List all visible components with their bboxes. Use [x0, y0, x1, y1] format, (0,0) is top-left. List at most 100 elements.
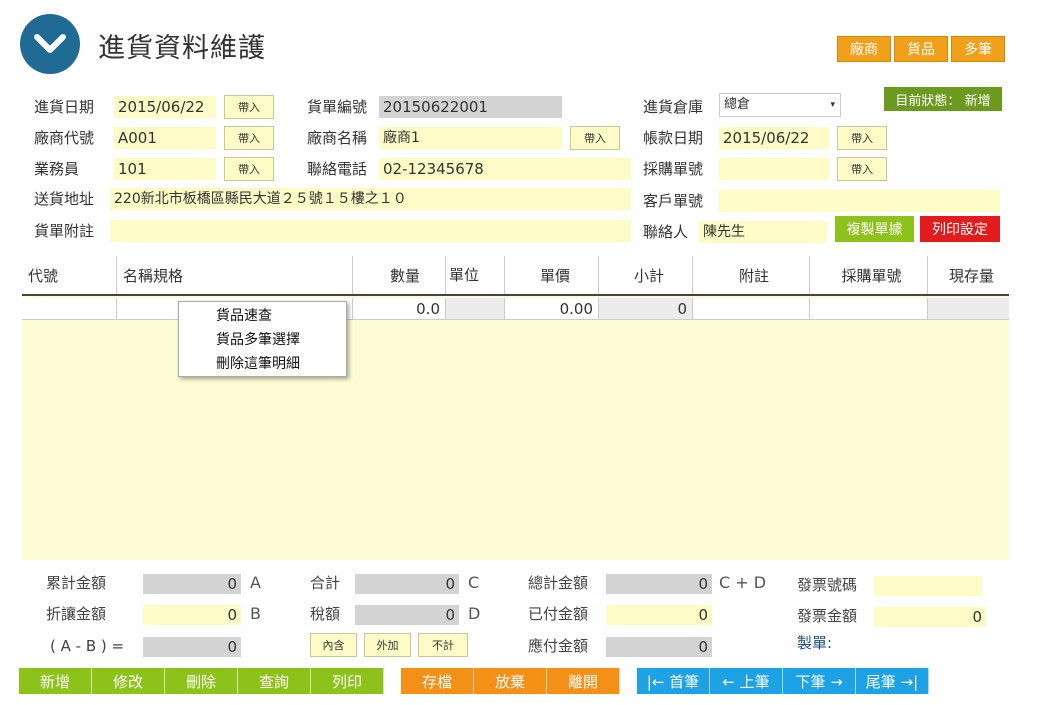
total-label: 合計	[310, 574, 341, 592]
exit-button[interactable]: 離開	[547, 668, 620, 694]
grand-total-field: 0	[606, 574, 712, 594]
cumulative-label: 累計金額	[46, 574, 107, 592]
total-field: 0	[355, 574, 459, 594]
print-button[interactable]: 列印	[311, 668, 384, 694]
import-po-no-button[interactable]: 帶入	[837, 157, 887, 181]
phone-field[interactable]: 02-12345678	[379, 158, 631, 180]
import-purchase-date-button[interactable]: 帶入	[224, 95, 274, 119]
discard-button[interactable]: 放棄	[474, 668, 547, 694]
print-settings-button[interactable]: 列印設定	[920, 216, 1000, 242]
vendor-name-label: 廠商名稱	[307, 129, 368, 147]
tag-d: D	[468, 604, 481, 623]
tag-c: C	[468, 573, 480, 592]
cell-po-no[interactable]	[810, 298, 928, 320]
cell-price[interactable]: 0.00	[505, 298, 599, 320]
vendor-code-field[interactable]: A001	[114, 127, 216, 149]
first-record-button[interactable]: |← 首筆	[637, 668, 710, 694]
note-label: 貨單附註	[34, 222, 95, 240]
salesperson-field[interactable]: 101	[114, 158, 216, 180]
vendor-name-field[interactable]: 廠商1	[379, 127, 562, 149]
query-button[interactable]: 查詢	[238, 668, 311, 694]
order-no-label: 貨單編號	[307, 98, 368, 116]
col-code[interactable]: 代號	[22, 256, 117, 294]
edit-button[interactable]: 修改	[92, 668, 165, 694]
menu-item-delete-detail[interactable]: 刪除這筆明細	[179, 352, 346, 376]
tax-field: 0	[355, 605, 459, 625]
note-field[interactable]	[110, 220, 631, 242]
menu-item-goods-lookup[interactable]: 貨品速查	[179, 304, 346, 328]
po-no-label: 採購單號	[643, 160, 704, 178]
tax-excluded-button[interactable]: 外加	[364, 633, 411, 657]
col-note[interactable]: 附註	[693, 256, 810, 294]
status-badge: 目前狀態： 新增	[884, 87, 1002, 111]
contact-label: 聯絡人	[643, 223, 689, 241]
cell-note[interactable]	[693, 298, 810, 320]
purchase-date-field[interactable]: 2015/06/22	[114, 96, 216, 118]
collapse-chevron-icon[interactable]	[20, 14, 80, 74]
col-po-no[interactable]: 採購單號	[810, 256, 928, 294]
prev-record-button[interactable]: ← 上筆	[710, 668, 783, 694]
maker-label: 製單:	[797, 634, 833, 652]
page-title: 進貨資料維護	[98, 33, 266, 64]
status-value: 新增	[964, 93, 991, 109]
status-label: 目前狀態：	[895, 93, 961, 109]
import-vendor-code-button[interactable]: 帶入	[224, 126, 274, 150]
menu-item-goods-multi-select[interactable]: 貨品多筆選擇	[179, 328, 346, 352]
copy-document-button[interactable]: 複製單據	[835, 216, 914, 242]
vendor-code-label: 廠商代號	[34, 129, 95, 147]
payable-label: 應付金額	[528, 637, 589, 655]
invoice-amount-label: 發票金額	[797, 607, 858, 625]
cell-qty[interactable]: 0.0	[353, 298, 446, 320]
cell-unit	[446, 298, 505, 320]
account-date-label: 帳款日期	[643, 129, 704, 147]
import-account-date-button[interactable]: 帶入	[837, 126, 887, 150]
invoice-amount-field[interactable]: 0	[874, 607, 986, 627]
paid-label: 已付金額	[528, 605, 589, 623]
cell-stock	[928, 298, 1009, 320]
vendor-button[interactable]: 廠商	[837, 36, 891, 62]
cell-code[interactable]	[22, 298, 117, 320]
discount-field[interactable]: 0	[143, 605, 241, 625]
col-name-spec[interactable]: 名稱規格	[117, 256, 353, 294]
col-price[interactable]: 單價	[505, 256, 599, 294]
delete-button[interactable]: 刪除	[165, 668, 238, 694]
invoice-no-label: 發票號碼	[797, 576, 858, 594]
tax-label: 稅額	[310, 605, 341, 623]
import-vendor-name-button[interactable]: 帶入	[570, 126, 620, 150]
save-button[interactable]: 存檔	[401, 668, 474, 694]
address-label: 送貨地址	[34, 190, 95, 208]
address-field[interactable]: 220新北市板橋區縣民大道２５號１５樓之１０	[110, 188, 631, 210]
tag-b: B	[250, 604, 261, 623]
goods-button[interactable]: 貨品	[894, 36, 948, 62]
warehouse-value: 總倉	[724, 97, 751, 112]
import-salesperson-button[interactable]: 帶入	[224, 157, 274, 181]
new-button[interactable]: 新增	[19, 668, 92, 694]
customer-no-field[interactable]	[719, 190, 1000, 212]
tag-a: A	[250, 573, 261, 592]
account-date-field[interactable]: 2015/06/22	[719, 127, 829, 149]
salesperson-label: 業務員	[34, 160, 80, 178]
multi-button[interactable]: 多筆	[951, 36, 1005, 62]
purchase-date-label: 進貨日期	[34, 98, 95, 116]
po-no-field[interactable]	[719, 158, 829, 180]
col-subtotal[interactable]: 小計	[599, 256, 693, 294]
invoice-no-field[interactable]	[874, 576, 982, 596]
warehouse-select[interactable]: 總倉 ▾	[719, 93, 841, 117]
table-row[interactable]: 0.0 0.00 0	[22, 298, 1009, 320]
tax-none-button[interactable]: 不計	[418, 633, 468, 657]
discount-label: 折讓金額	[46, 605, 107, 623]
dropdown-arrow-icon: ▾	[830, 100, 835, 110]
tax-included-button[interactable]: 內含	[310, 633, 357, 657]
next-record-button[interactable]: 下筆 →	[783, 668, 856, 694]
order-no-field[interactable]: 20150622001	[379, 96, 562, 118]
col-qty[interactable]: 數量	[353, 256, 446, 294]
contact-field[interactable]: 陳先生	[699, 221, 827, 243]
last-record-button[interactable]: 尾筆 →|	[856, 668, 929, 694]
col-unit[interactable]: 單位	[446, 256, 505, 294]
tag-c-plus-d: C + D	[719, 573, 767, 592]
col-stock[interactable]: 現存量	[928, 256, 1009, 294]
paid-field[interactable]: 0	[606, 605, 712, 625]
net-field: 0	[143, 637, 241, 657]
net-label: ( A - B ) =	[50, 637, 125, 655]
cumulative-field: 0	[143, 574, 241, 594]
